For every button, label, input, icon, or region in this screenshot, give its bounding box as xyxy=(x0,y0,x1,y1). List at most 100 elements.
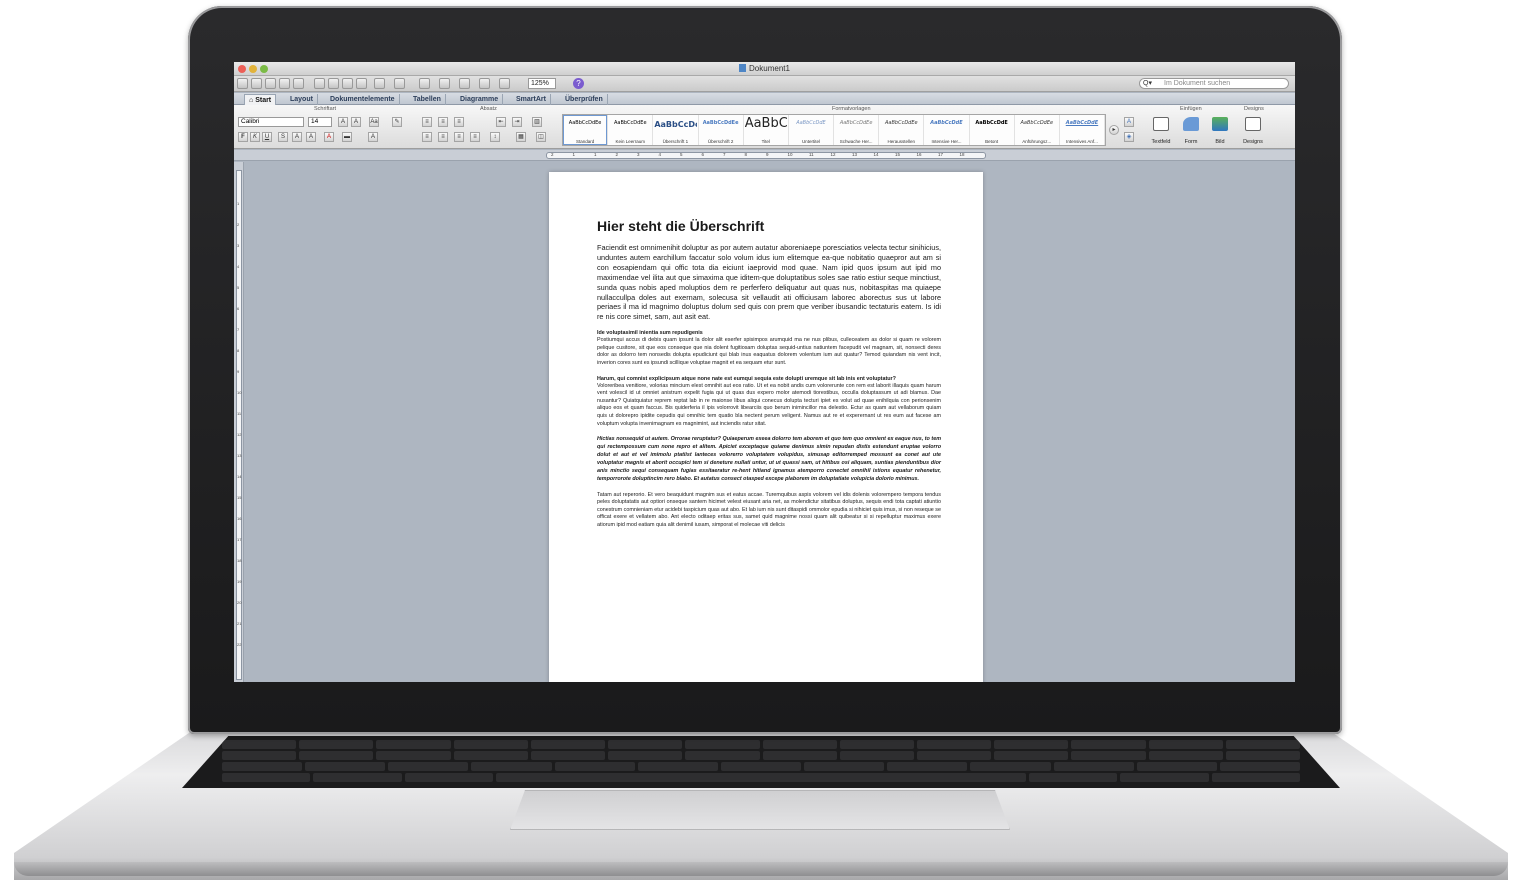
tab-ueberpruefen[interactable]: Überprüfen xyxy=(561,94,608,105)
document-paragraph[interactable]: Faciendit est omnimenihit doluptur as po… xyxy=(597,243,941,322)
align-right-icon[interactable]: ≡ xyxy=(454,132,464,142)
line-spacing-icon[interactable]: ↕ xyxy=(490,132,500,142)
tab-diagramme[interactable]: Diagramme xyxy=(456,94,504,105)
ruler-number: 16 xyxy=(916,152,922,157)
superscript-icon[interactable]: A xyxy=(292,132,302,142)
style-item[interactable]: AaBbCcDdEe Anführungsz... xyxy=(1015,115,1060,145)
tab-dokumentelemente[interactable]: Dokumentelemente xyxy=(326,94,400,105)
style-item[interactable]: AaBbCcDdEe Überschrift 2 xyxy=(699,115,744,145)
toolbox-icon[interactable] xyxy=(459,78,470,89)
insert-picture-button[interactable]: Bild xyxy=(1207,115,1233,145)
style-item[interactable]: AaBbCcDdEe Herausstellen xyxy=(879,115,925,145)
insert-textbox-button[interactable]: Textfeld xyxy=(1148,115,1174,145)
help-icon[interactable]: ? xyxy=(573,78,584,89)
new-document-icon[interactable] xyxy=(237,78,248,89)
bullets-icon[interactable]: ≡ xyxy=(422,117,432,127)
vruler-number: 4 xyxy=(237,264,240,269)
window-titlebar: Dokument1 xyxy=(234,62,1295,76)
style-name: Intensive Her... xyxy=(931,139,962,144)
font-color-icon[interactable]: A xyxy=(324,132,334,142)
save-icon[interactable] xyxy=(279,78,290,89)
sidebar-icon[interactable] xyxy=(439,78,450,89)
tab-tabellen[interactable]: Tabellen xyxy=(409,94,446,105)
zoom-select[interactable]: 125% xyxy=(528,78,556,89)
templates-icon[interactable] xyxy=(251,78,262,89)
subscript-icon[interactable]: A xyxy=(306,132,316,142)
style-item[interactable]: AaBbCcDdEe Standard xyxy=(563,115,609,145)
vruler-number: 14 xyxy=(237,474,242,479)
columns-icon[interactable]: ▥ xyxy=(532,117,542,127)
vruler-number: 16 xyxy=(237,516,242,521)
decrease-indent-icon[interactable]: ⇤ xyxy=(496,117,506,127)
document-subheading[interactable]: Harum, qui comnist explicipsum atque non… xyxy=(597,376,941,383)
shading-icon[interactable]: ▦ xyxy=(516,132,526,142)
document-heading[interactable]: Hier steht die Überschrift xyxy=(597,218,941,234)
document-paragraph[interactable]: Voloreribea venitiore, volorias mincium … xyxy=(597,383,941,429)
media-browser-icon[interactable] xyxy=(479,78,490,89)
format-painter-icon[interactable] xyxy=(356,78,367,89)
style-name: Standard xyxy=(575,139,595,144)
cut-icon[interactable] xyxy=(314,78,325,89)
styles-pane-icon[interactable]: ◈ xyxy=(1124,132,1134,142)
style-item[interactable]: AaBbCcDdE Untertitel xyxy=(789,115,835,145)
document-paragraph[interactable]: Postiumqui accus di debis quam ipsunt la… xyxy=(597,337,941,367)
themes-button[interactable]: Designs xyxy=(1240,115,1266,145)
vruler-number: 20 xyxy=(237,600,242,605)
font-name-select[interactable]: Calibri xyxy=(238,117,304,127)
themes-icon xyxy=(1245,117,1261,131)
open-icon[interactable] xyxy=(265,78,276,89)
copy-icon[interactable] xyxy=(328,78,339,89)
pilcrow-icon[interactable] xyxy=(419,78,430,89)
style-item[interactable]: AaBbCcDdE Intensive Her... xyxy=(924,115,970,145)
grow-font-icon[interactable]: A xyxy=(338,117,348,127)
undo-icon[interactable] xyxy=(374,78,385,89)
document-paragraph-italic[interactable]: Hictias nonsequid ut autem. Orrorae reru… xyxy=(597,436,941,483)
shrink-font-icon[interactable]: A xyxy=(351,117,361,127)
print-icon[interactable] xyxy=(293,78,304,89)
text-effects-icon[interactable]: A xyxy=(368,132,378,142)
numbering-icon[interactable]: ≡ xyxy=(438,117,448,127)
multilevel-list-icon[interactable]: ≡ xyxy=(454,117,464,127)
font-size-select[interactable]: 14 xyxy=(308,117,332,127)
style-item[interactable]: AaBbC Titel xyxy=(744,115,789,145)
tab-start[interactable]: ⌂ Start xyxy=(244,94,277,105)
style-item[interactable]: AaBbCcDdE Intensives Anf... xyxy=(1060,115,1106,145)
underline-icon[interactable]: U xyxy=(262,132,272,142)
change-case-icon[interactable]: Aa xyxy=(369,117,379,127)
document-paragraph[interactable]: Tatam aut reperorio. Et vero beaquidunt … xyxy=(597,492,941,530)
style-item[interactable]: AaBbCcDdEe Schwache Her... xyxy=(834,115,880,145)
clear-format-icon[interactable]: ✎ xyxy=(392,117,402,127)
standard-toolbar: 125% ? Q▾ Im Dokument suchen xyxy=(234,76,1295,92)
redo-icon[interactable] xyxy=(394,78,405,89)
justify-icon[interactable]: ≡ xyxy=(470,132,480,142)
italic-icon[interactable]: K xyxy=(250,132,260,142)
picture-icon xyxy=(1212,117,1228,131)
highlight-icon[interactable]: ▬ xyxy=(342,132,352,142)
tab-smartart[interactable]: SmartArt xyxy=(512,94,551,105)
borders-icon[interactable]: ◫ xyxy=(536,132,546,142)
document-page[interactable]: Hier steht die Überschrift Faciendit est… xyxy=(549,172,983,682)
style-item[interactable]: AaBbCcDdE Betont xyxy=(970,115,1015,145)
text-effects-gallery-icon[interactable]: A xyxy=(1124,117,1134,127)
style-item[interactable]: AaBbCcDc Überschrift 1 xyxy=(653,115,699,145)
paste-icon[interactable] xyxy=(342,78,353,89)
vertical-ruler[interactable]: 1 2 3 4 5 6 7 8 9 10 11 12 13 14 15 16 17 18 19 20 21 22 xyxy=(234,162,244,682)
styles-gallery[interactable]: AaBbCcDdEe Standard AaBbCcDdEe Kein Leerrau… xyxy=(562,114,1106,146)
horizontal-ruler[interactable]: 2 1 1 2 3 4 5 6 7 8 9 10 11 12 13 14 15 16 17 18 xyxy=(234,150,1295,161)
vruler-number: 17 xyxy=(237,537,242,542)
gallery-icon[interactable] xyxy=(499,78,510,89)
bold-icon[interactable]: F xyxy=(238,132,248,142)
tab-layout[interactable]: Layout xyxy=(286,94,318,105)
document-body[interactable]: Hier steht die Überschrift Faciendit est… xyxy=(597,218,941,538)
align-center-icon[interactable]: ≡ xyxy=(438,132,448,142)
style-sample: AaBbCcDdEe xyxy=(1020,120,1054,126)
align-left-icon[interactable]: ≡ xyxy=(422,132,432,142)
increase-indent-icon[interactable]: ⇥ xyxy=(512,117,522,127)
style-item[interactable]: AaBbCcDdEe Kein Leerraum xyxy=(608,115,654,145)
insert-shape-button[interactable]: Form xyxy=(1178,115,1204,145)
strikethrough-icon[interactable]: S xyxy=(278,132,288,142)
ruler-number: 9 xyxy=(766,152,769,157)
document-subheading[interactable]: Ide voluptasimil inientia sum repudigeni… xyxy=(597,330,941,337)
search-input[interactable]: Q▾ Im Dokument suchen xyxy=(1139,78,1289,89)
styles-next-icon[interactable]: ▸ xyxy=(1109,125,1119,135)
